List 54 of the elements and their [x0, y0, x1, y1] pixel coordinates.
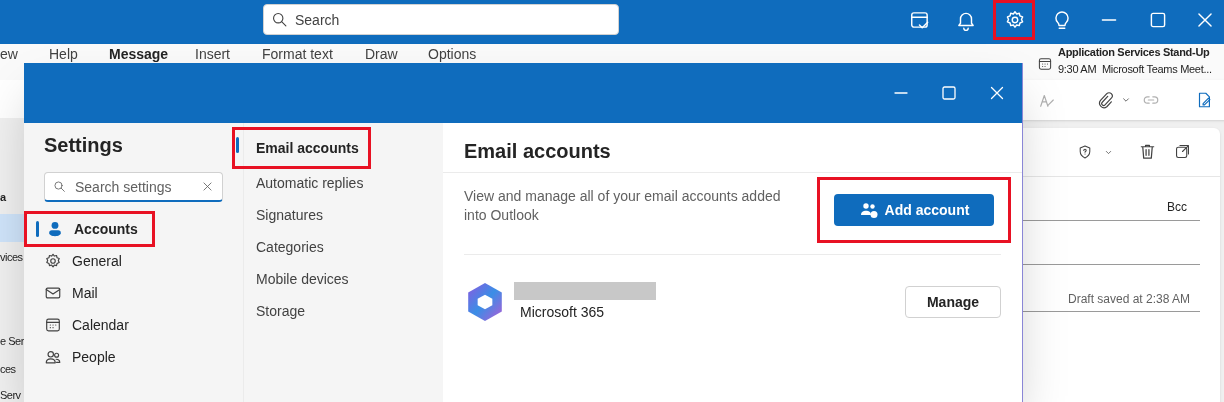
people-icon	[44, 348, 62, 366]
search-field[interactable]: Search	[263, 4, 619, 35]
ribbon-tab[interactable]: ew	[0, 45, 18, 63]
draft-status: Draft saved at 2:38 AM	[1068, 291, 1191, 308]
settings-title: Settings	[44, 133, 124, 158]
subcategory-item[interactable]: Mobile devices	[244, 263, 443, 295]
people-add-icon	[858, 200, 879, 220]
maximize-icon[interactable]	[939, 83, 959, 103]
settings-icon[interactable]	[1004, 9, 1026, 31]
pop-out-icon[interactable]	[1174, 143, 1191, 160]
category-item[interactable]: Calendar	[24, 309, 243, 341]
folder-item[interactable]: a	[0, 188, 6, 206]
ribbon-tab[interactable]: Draw	[365, 45, 398, 63]
subcategory-item[interactable]: Email accounts	[234, 129, 369, 167]
account-service: Microsoft 365	[520, 302, 606, 322]
subcategory-item[interactable]: Signatures	[244, 199, 443, 231]
folder-item[interactable]: vices	[0, 248, 23, 266]
meeting-title: Application Services Stand-Up	[1058, 45, 1210, 59]
panel-title: Email accounts	[464, 138, 611, 164]
add-account-button[interactable]: Add account	[834, 194, 994, 226]
folder-item[interactable]: ces	[0, 360, 16, 378]
paperclip-icon[interactable]	[1096, 91, 1114, 109]
meeting-subject: Microsoft Teams Meet...	[1102, 62, 1212, 76]
description-text: View and manage all of your email accounts added into Outlook	[464, 187, 782, 225]
toolbar	[0, 80, 24, 118]
category-item[interactable]: Accounts	[26, 213, 153, 245]
search-icon	[53, 180, 66, 193]
calendar-icon	[44, 316, 62, 334]
folder-item[interactable]: e Ser	[0, 332, 24, 350]
subcategory-item[interactable]: Categories	[244, 231, 443, 263]
shield-icon[interactable]	[1077, 144, 1093, 160]
search-field[interactable]: Search settings	[44, 172, 223, 202]
trash-icon[interactable]	[1138, 142, 1157, 161]
ribbon-tab[interactable]: Options	[428, 45, 477, 63]
clear-icon[interactable]	[201, 180, 214, 193]
meeting-time: 9:30 AM	[1058, 62, 1097, 76]
manage-button[interactable]: Manage	[905, 286, 1001, 318]
mail-icon	[44, 284, 62, 302]
category-item[interactable]: Mail	[24, 277, 243, 309]
ribbon-tab[interactable]: Message	[109, 45, 169, 63]
calendar-check-icon[interactable]	[909, 9, 931, 31]
ribbon-tab[interactable]: Format text	[262, 45, 333, 63]
bcc-link[interactable]: Bcc	[1167, 198, 1187, 216]
subcategory-item[interactable]: Storage	[244, 295, 443, 327]
person-icon	[46, 220, 64, 238]
calendar-icon	[1037, 56, 1053, 72]
folder-item[interactable]: Serv	[0, 386, 21, 402]
category-item[interactable]: People	[24, 341, 243, 373]
subcategory-item[interactable]: Automatic replies	[244, 167, 443, 199]
settings-icon	[44, 252, 62, 270]
ribbon-tab[interactable]: Insert	[195, 45, 230, 63]
ribbon-tab[interactable]: Help	[49, 45, 78, 63]
search-icon	[271, 11, 288, 28]
category-item[interactable]: General	[24, 245, 243, 277]
